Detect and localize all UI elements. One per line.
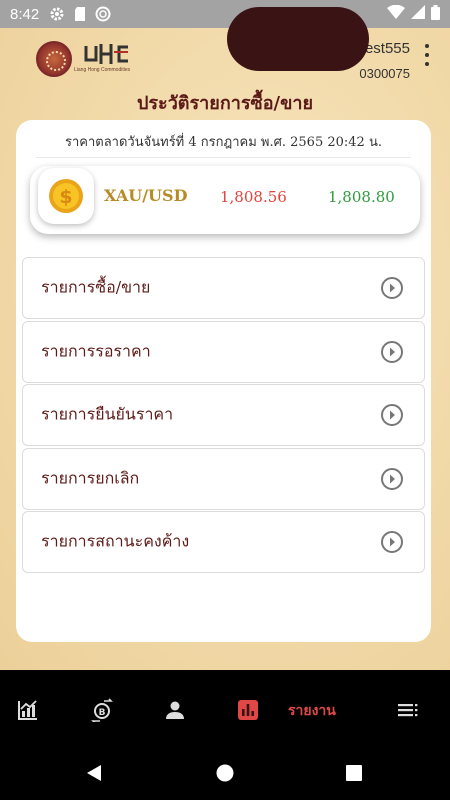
brand-subtitle: Liang Hong Commodities — [74, 67, 131, 73]
recents-icon[interactable] — [346, 765, 362, 781]
chart-icon[interactable] — [16, 698, 40, 722]
coin-dollar-icon: $ — [49, 179, 83, 213]
menu-item-label: รายการยกเลิก — [41, 468, 140, 488]
account-number: 0300075 — [359, 66, 410, 81]
nav-report-label: รายงาน — [288, 703, 336, 719]
menu-item-outstanding[interactable]: รายการสถานะคงค้าง — [22, 511, 425, 573]
market-date-text: ราคาตลาดวันจันทร์ที่ 4 กรกฎาคม พ.ศ. 2565… — [65, 135, 382, 150]
status-time: 8:42 — [10, 5, 40, 23]
menu-item-label: รายการสถานะคงค้าง — [41, 531, 190, 551]
play-circle-icon — [381, 341, 403, 363]
menu-item-cancelled[interactable]: รายการยกเลิก — [22, 448, 425, 510]
nav-report-button[interactable] — [227, 7, 369, 71]
bar-report-icon — [238, 700, 258, 720]
menu-item-confirmed-price[interactable]: รายการยืนยันราคา — [22, 384, 425, 446]
play-circle-icon — [381, 277, 403, 299]
page-title: ประวัติรายการซื้อ/ขาย — [136, 93, 314, 114]
battery-icon — [431, 4, 440, 24]
sd-card-icon — [73, 6, 87, 22]
bottom-navigation — [0, 670, 450, 750]
svg-text:B: B — [99, 708, 106, 718]
quote-symbol: XAU/USD — [104, 186, 188, 205]
home-icon[interactable] — [216, 764, 234, 782]
person-icon[interactable] — [163, 698, 187, 722]
signal-icon — [411, 5, 425, 23]
coin-icon-wrapper: $ — [38, 168, 94, 224]
bitcoin-exchange-icon[interactable]: B — [90, 698, 114, 722]
brand-seal-logo — [36, 41, 72, 77]
svg-text:$: $ — [59, 186, 72, 208]
menu-item-label: รายการซื้อ/ขาย — [41, 277, 151, 297]
list-menu-icon[interactable] — [396, 698, 420, 722]
status-bar: 8:42 — [0, 0, 450, 28]
menu-item-buy-sell[interactable]: รายการซื้อ/ขาย — [22, 257, 425, 319]
brand-logo — [84, 42, 144, 68]
divider — [36, 157, 411, 158]
more-vertical-icon[interactable] — [422, 44, 432, 66]
settings-icon — [49, 6, 65, 22]
quote-bid-price: 1,808.56 — [220, 188, 287, 206]
play-circle-icon — [381, 468, 403, 490]
play-circle-icon — [381, 531, 403, 553]
quote-ask-price: 1,808.80 — [328, 188, 395, 206]
menu-item-label: รายการยืนยันราคา — [41, 404, 174, 424]
sync-icon — [95, 6, 111, 22]
wifi-icon — [387, 4, 405, 23]
menu-item-pending-price[interactable]: รายการรอราคา — [22, 321, 425, 383]
back-icon[interactable] — [84, 763, 104, 783]
menu-item-label: รายการรอราคา — [41, 341, 151, 361]
play-circle-icon — [381, 404, 403, 426]
